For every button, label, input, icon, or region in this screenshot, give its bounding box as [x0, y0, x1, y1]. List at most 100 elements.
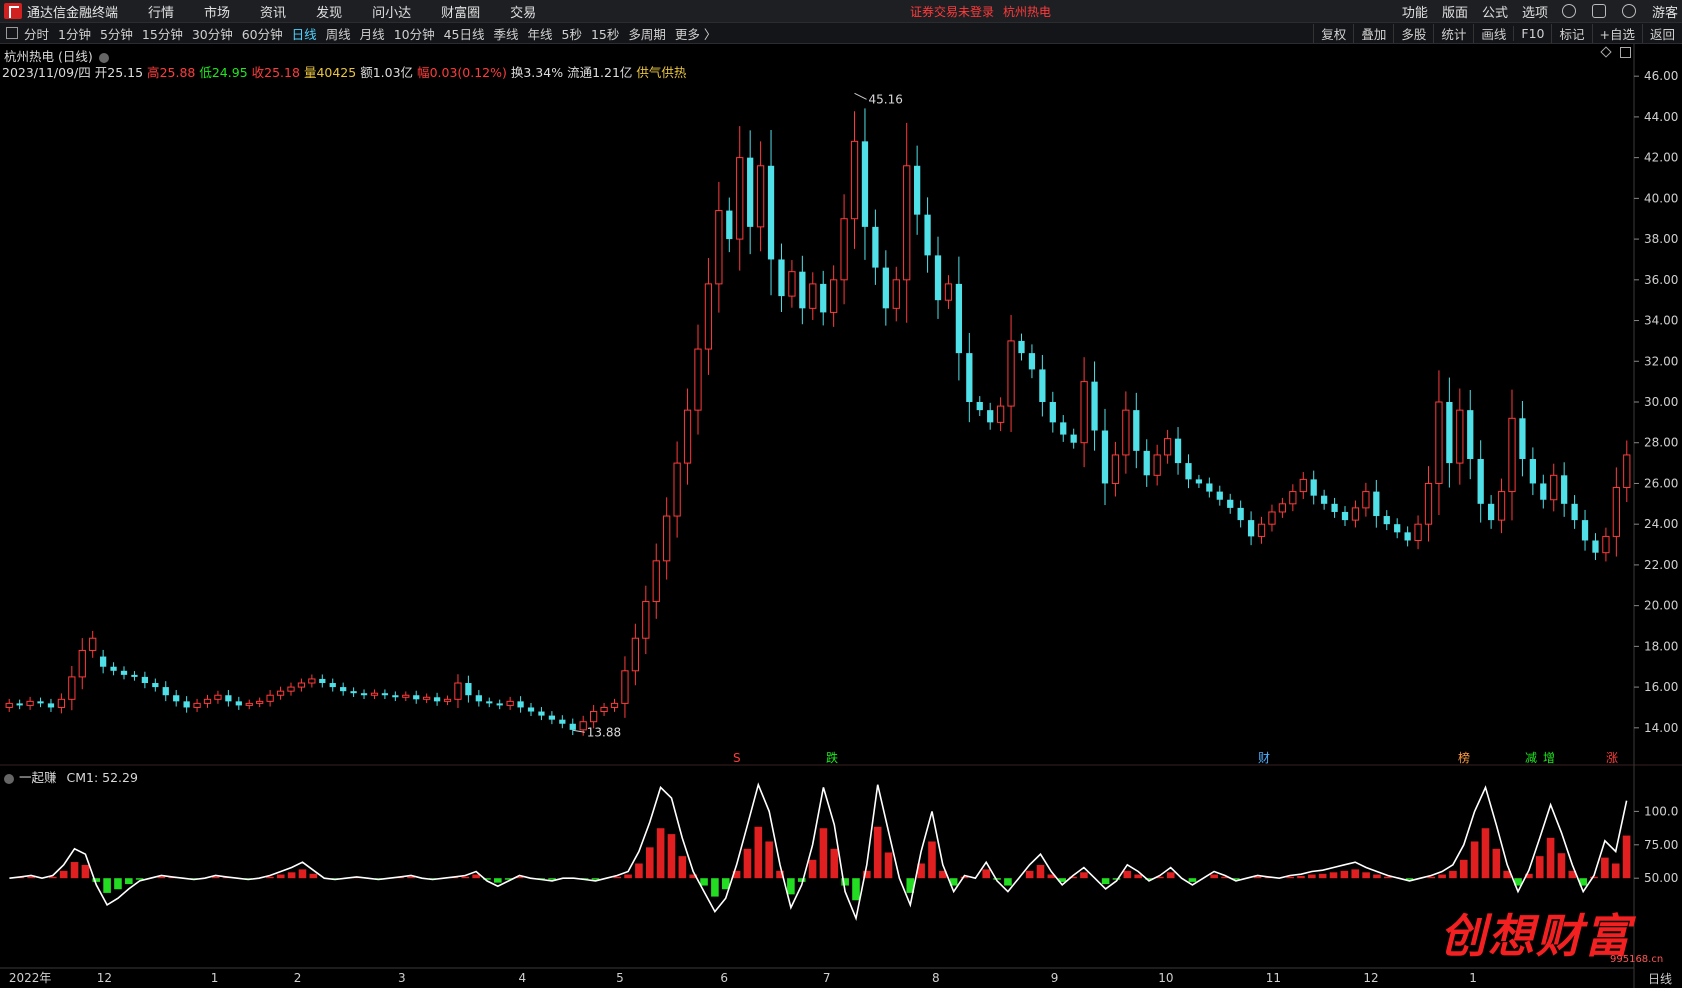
candle-up [370, 692, 379, 696]
indicator-bar [114, 878, 122, 890]
candle-up [454, 682, 462, 700]
candle-down [120, 670, 128, 675]
candle-up [944, 283, 953, 301]
event-marker[interactable]: S [733, 751, 741, 765]
x-axis-label: 11 [1266, 971, 1281, 985]
candle-down [934, 255, 942, 301]
indicator-bar [928, 841, 936, 879]
indicator-bar [1535, 856, 1544, 879]
indicator-bar [1308, 874, 1316, 879]
indicator-bar [1134, 874, 1142, 879]
candle-down [37, 701, 44, 704]
candle-up [756, 165, 765, 228]
indicator-bar [1318, 873, 1327, 879]
indicator-bar [1297, 875, 1305, 879]
candle-down [496, 703, 503, 706]
indicator-bar [298, 869, 307, 879]
candle-down [569, 723, 576, 730]
candle-down [882, 267, 889, 309]
event-marker[interactable]: 跌 [826, 750, 838, 765]
y-tick-label: 18.00 [1644, 639, 1678, 653]
candle-up [1257, 523, 1266, 537]
candle-up [1268, 511, 1276, 525]
indicator-bar [1546, 837, 1555, 879]
candle-up [652, 560, 660, 603]
candle-up [1508, 417, 1516, 493]
indicator-bar [1166, 872, 1175, 879]
x-axis-label: 9 [1051, 971, 1059, 985]
candle-down [559, 719, 566, 724]
candle-up [1424, 482, 1433, 525]
indicator-bar [1123, 870, 1132, 879]
y-tick-label: 20.00 [1644, 599, 1678, 613]
event-marker[interactable]: 增 [1543, 751, 1555, 765]
ind-tick-label: 50.00 [1644, 871, 1678, 885]
indicator-bar [754, 826, 763, 879]
candle-up [443, 698, 452, 702]
candle-up [809, 283, 817, 309]
candle-down [1561, 475, 1568, 504]
candle-up [589, 711, 598, 723]
candle-down [486, 701, 493, 704]
candle-down [1331, 503, 1338, 512]
watermark-text: 创想财富 [1440, 909, 1632, 963]
candle-down [861, 141, 869, 227]
kline-chart[interactable]: 45.16 13.88 46.00 44.00 42.00 40.00 38.00 36.0… [0, 0, 1682, 988]
y-tick-label: 44.00 [1644, 110, 1678, 124]
candle-up [840, 218, 848, 281]
candle-up [245, 702, 253, 706]
indicator-name: 一起赚 [19, 770, 57, 785]
candle-down [1477, 459, 1484, 504]
candle-up [1414, 523, 1422, 541]
indicator-bar [1373, 874, 1381, 879]
candle-down [1446, 402, 1453, 464]
indicator-bar [1351, 869, 1360, 879]
candle-up [1456, 409, 1464, 464]
candle-up [57, 698, 66, 708]
candle-up [506, 700, 514, 706]
x-axis-label: 2 [294, 971, 302, 985]
indicator-bar [700, 878, 708, 886]
candle-down [1310, 479, 1317, 496]
indicator-bar [461, 876, 470, 879]
candle-down [1174, 438, 1182, 464]
candle-down [183, 701, 190, 708]
event-marker[interactable]: 榜 [1458, 750, 1470, 765]
candle-down [1581, 520, 1589, 541]
candle-down [1039, 369, 1046, 402]
candle-up [736, 157, 744, 240]
event-marker[interactable]: 财 [1258, 751, 1270, 765]
event-marker[interactable]: 涨 [1606, 750, 1618, 765]
candle-down [225, 695, 232, 702]
x-axis-label: 12 [97, 971, 112, 985]
watermark-url: 995168.cn [1610, 954, 1664, 965]
candle-up [276, 690, 285, 696]
candle-down [1321, 495, 1328, 504]
candle-down [1383, 516, 1390, 525]
candle-down [976, 402, 983, 411]
indicator-bar [1557, 853, 1566, 879]
indicator-bar [1622, 835, 1631, 879]
event-marker[interactable]: 减 [1525, 751, 1537, 765]
x-axis-label: 7 [823, 971, 831, 985]
candle-down [1195, 479, 1203, 484]
candle-down [914, 165, 921, 215]
candle-down [1070, 434, 1077, 443]
indicator-value: CM1: 52.29 [66, 770, 138, 785]
indicator-bar [1101, 878, 1110, 885]
candle-down [799, 271, 806, 309]
candle-up [1163, 438, 1172, 456]
candle-up [308, 678, 316, 684]
indicator-bar [635, 863, 643, 879]
candle-down [360, 693, 368, 696]
chevron-down-icon[interactable] [4, 773, 14, 784]
candle-up [1289, 491, 1297, 505]
candle-down [1101, 430, 1109, 484]
candle-down [538, 711, 545, 716]
candle-up [203, 698, 212, 704]
candle-down [1028, 353, 1036, 370]
candle-up [1550, 474, 1558, 501]
candle-down [1227, 499, 1234, 508]
candle-down [527, 707, 535, 712]
indicator-bar [678, 856, 687, 879]
